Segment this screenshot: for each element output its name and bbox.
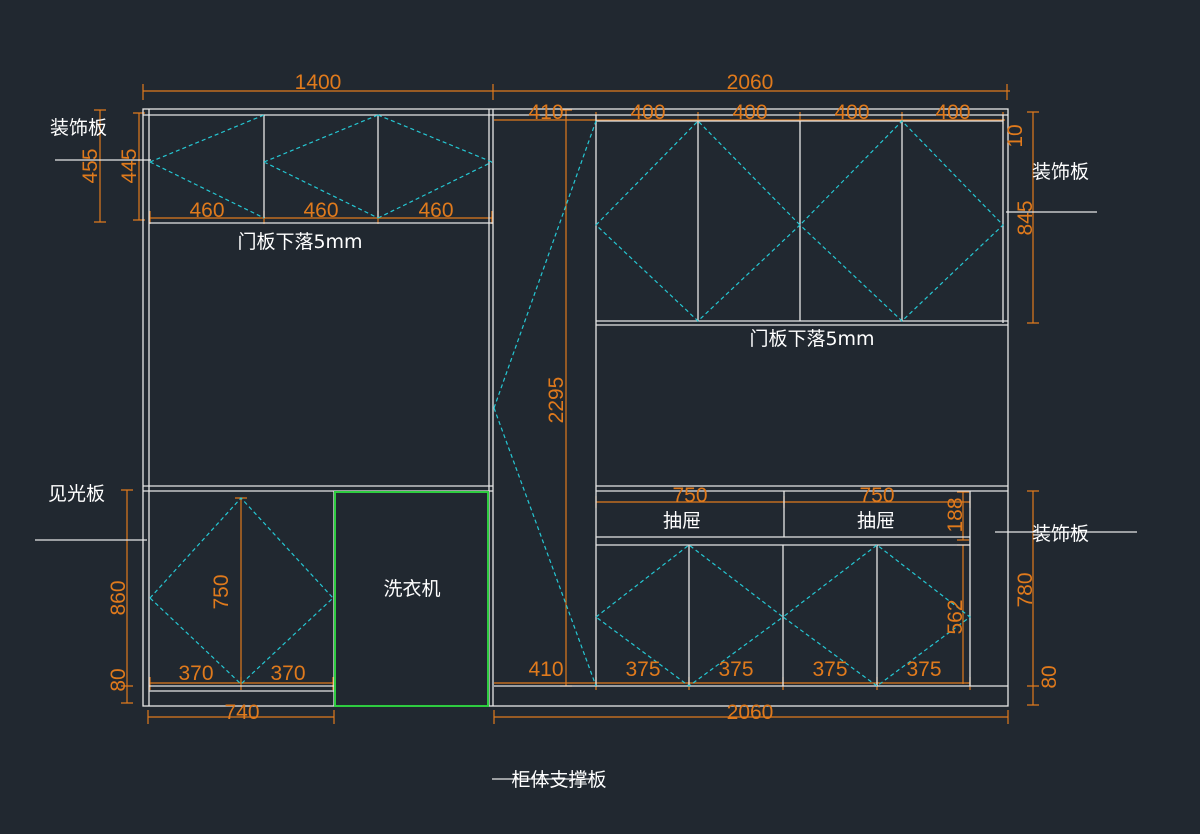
dim-left-455: 455 — [79, 148, 102, 183]
dim-lower-right-door-3: 375 — [812, 658, 847, 681]
dim-top-400-3: 400 — [834, 101, 869, 124]
label-deco-bottom-right: 装饰板 — [1032, 523, 1089, 545]
door-opening-lines — [149, 114, 1004, 687]
dim-upper-door-2: 460 — [303, 199, 338, 222]
dim-lower-right-door-4: 375 — [906, 658, 941, 681]
dim-bottom-right-2060: 2060 — [727, 701, 774, 724]
label-door-drop-right: 门板下落5mm — [749, 328, 874, 350]
dim-lower-right-door-2: 375 — [718, 658, 753, 681]
dim-drawer-2: 750 — [859, 484, 894, 507]
dim-lower-left-750: 750 — [210, 574, 233, 609]
dim-top-400-4: 400 — [935, 101, 970, 124]
dim-left-860: 860 — [107, 580, 130, 615]
label-deco-top-left: 装饰板 — [50, 117, 107, 139]
dim-top-400-1: 400 — [630, 101, 665, 124]
dim-right-780: 780 — [1014, 572, 1037, 607]
label-deco-top-right: 装饰板 — [1032, 161, 1089, 183]
dim-center-2295: 2295 — [545, 377, 568, 424]
label-drawer-1: 抽屉 — [663, 510, 701, 532]
dim-top-left-width: 1400 — [295, 71, 342, 94]
dim-top-410: 410 — [528, 101, 563, 124]
dim-lower-right-door-1: 375 — [625, 658, 660, 681]
dim-drawer-1: 750 — [672, 484, 707, 507]
dim-left-80: 80 — [107, 668, 130, 691]
dim-right-80: 80 — [1038, 665, 1061, 688]
dim-upper-door-3: 460 — [418, 199, 453, 222]
label-drawer-2: 抽屉 — [857, 510, 895, 532]
dim-top-right-width: 2060 — [727, 71, 774, 94]
dim-lower-door-2: 370 — [270, 662, 305, 685]
dim-right-845: 845 — [1014, 200, 1037, 235]
dim-bottom-410: 410 — [528, 658, 563, 681]
label-support: 柜体支撑板 — [511, 769, 606, 791]
dim-left-445: 445 — [118, 148, 141, 183]
label-washer: 洗衣机 — [383, 578, 440, 600]
dim-top-10: 10 — [1004, 124, 1027, 147]
cabinet-drawing: 1400 2060 410 400 400 400 400 10 460 460… — [35, 71, 1137, 791]
dim-bottom-left-740: 740 — [224, 701, 259, 724]
dim-upper-door-1: 460 — [189, 199, 224, 222]
label-light-panel: 见光板 — [48, 483, 105, 505]
label-door-drop-left: 门板下落5mm — [237, 231, 362, 253]
dim-top-400-2: 400 — [732, 101, 767, 124]
dim-lower-right-562: 562 — [944, 599, 967, 634]
dim-lower-door-1: 370 — [178, 662, 213, 685]
dim-drawer-188: 188 — [944, 497, 967, 532]
